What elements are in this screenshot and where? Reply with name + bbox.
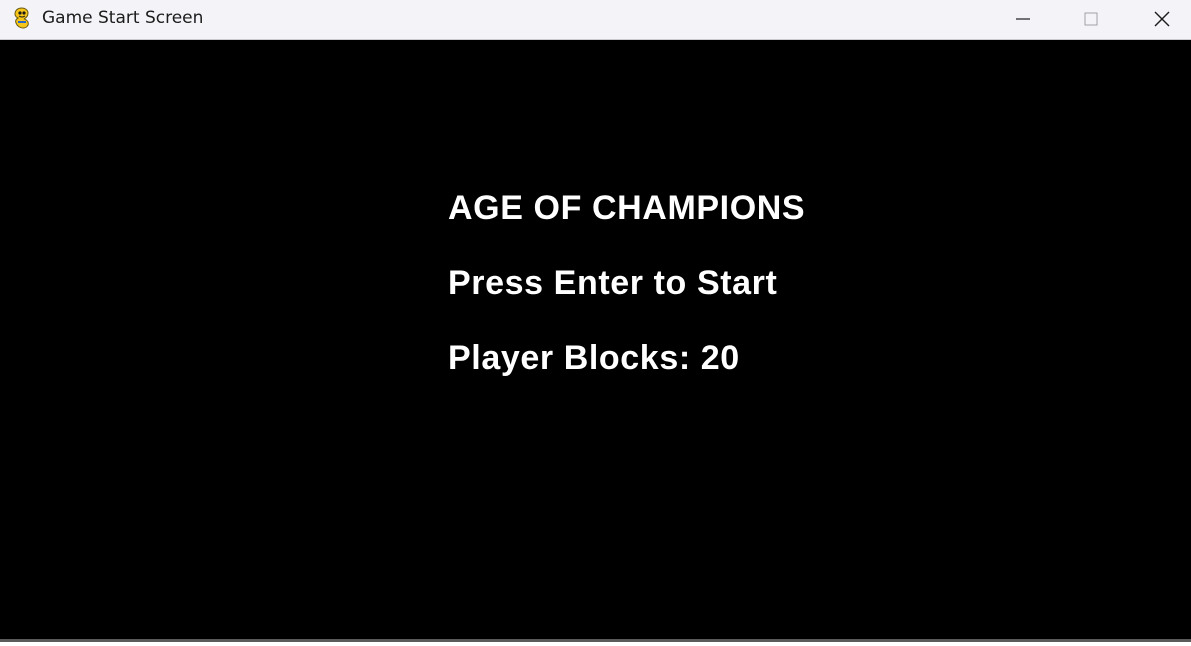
game-title: AGE OF CHAMPIONS <box>448 189 806 227</box>
close-icon <box>1154 11 1170 27</box>
minimize-button[interactable] <box>1000 0 1046 38</box>
window-bottom-border <box>0 639 1191 646</box>
window-title: Game Start Screen <box>42 8 204 28</box>
start-prompt: Press Enter to Start <box>448 264 778 302</box>
maximize-button[interactable] <box>1068 0 1114 38</box>
player-blocks-label: Player Blocks: 20 <box>448 339 740 377</box>
minimize-icon <box>1016 18 1030 20</box>
title-bar[interactable]: Game Start Screen <box>0 0 1191 40</box>
game-window: Game Start Screen AGE OF CHAMPIONS Press… <box>0 0 1191 646</box>
close-button[interactable] <box>1139 0 1185 38</box>
pygame-snake-icon <box>10 6 34 30</box>
maximize-icon <box>1084 12 1098 26</box>
game-canvas[interactable]: AGE OF CHAMPIONS Press Enter to Start Pl… <box>0 41 1191 639</box>
